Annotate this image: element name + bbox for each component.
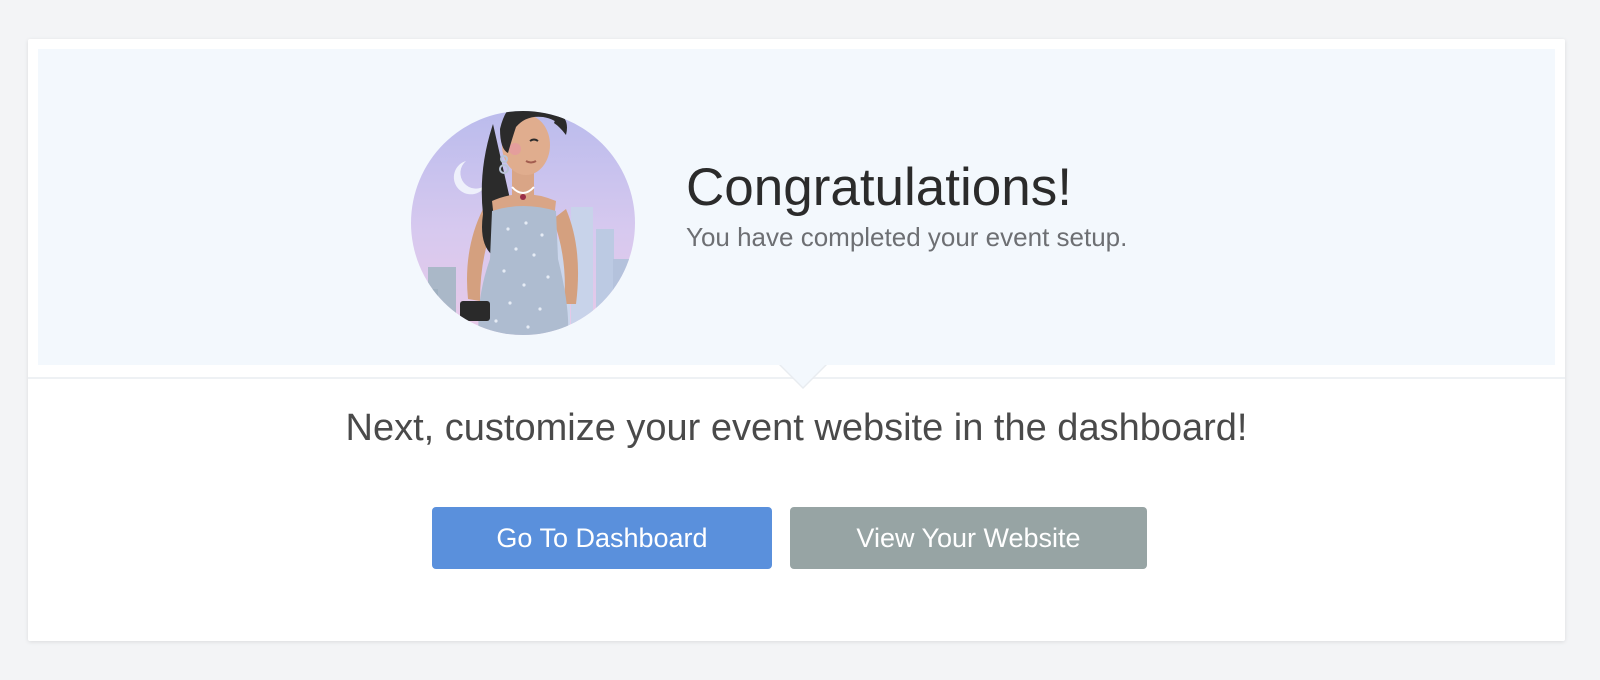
next-step-instruction: Next, customize your event website in th… xyxy=(345,407,1248,449)
hero-text: Congratulations! You have completed your… xyxy=(686,157,1127,253)
go-to-dashboard-button[interactable]: Go To Dashboard xyxy=(432,507,772,569)
page-title: Congratulations! xyxy=(686,158,1072,217)
avatar-illustration xyxy=(408,89,638,339)
completion-card: Congratulations! You have completed your… xyxy=(28,39,1565,641)
view-website-button[interactable]: View Your Website xyxy=(790,507,1147,569)
page-subtitle: You have completed your event setup. xyxy=(686,222,1128,252)
woman-in-gown-icon xyxy=(411,111,635,335)
notch-pointer xyxy=(781,365,825,387)
hero-banner: Congratulations! You have completed your… xyxy=(38,49,1555,365)
